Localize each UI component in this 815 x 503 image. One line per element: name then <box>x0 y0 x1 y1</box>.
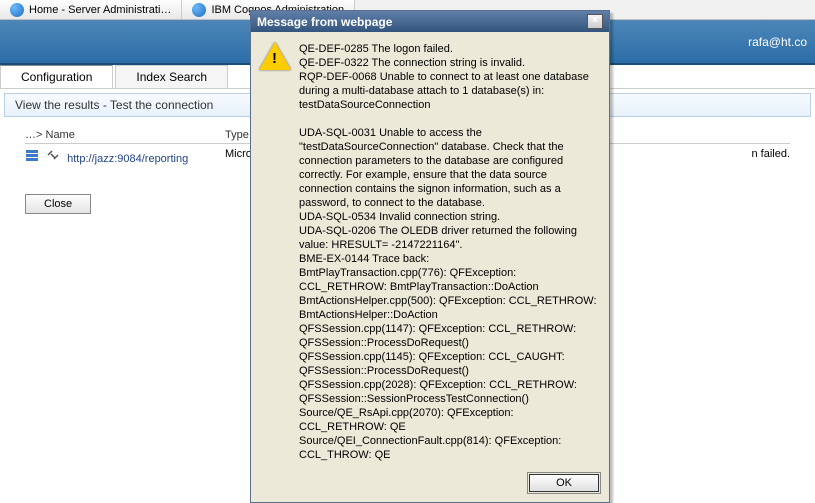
ie-icon <box>192 3 206 17</box>
dialog-titlebar[interactable]: Message from webpage × <box>251 11 609 32</box>
dialog-message: QE-DEF-0285 The logon failed. QE-DEF-032… <box>299 42 601 462</box>
message-dialog: Message from webpage × QE-DEF-0285 The l… <box>250 10 610 503</box>
browser-tab-1[interactable]: Home - Server Administrati… <box>0 0 182 19</box>
dialog-close-button[interactable]: × <box>587 14 603 29</box>
ok-button[interactable]: OK <box>529 474 599 492</box>
dialog-body: QE-DEF-0285 The logon failed. QE-DEF-032… <box>251 32 609 468</box>
tab-configuration[interactable]: Configuration <box>0 65 113 88</box>
col-name-label: Name <box>46 129 75 141</box>
dialog-title: Message from webpage <box>257 15 392 29</box>
link-chain-icon <box>46 148 60 162</box>
row-url: http://jazz:9084/reporting <box>67 153 188 165</box>
warning-icon <box>259 42 291 74</box>
row-msg-tail: n failed. <box>751 148 790 160</box>
close-button[interactable]: Close <box>25 194 91 214</box>
user-label: rafa@ht.co <box>748 35 807 49</box>
browser-tab-1-label: Home - Server Administrati… <box>29 4 171 16</box>
datasource-icon <box>25 148 39 162</box>
dialog-buttons: OK <box>251 468 609 502</box>
tab-index-search[interactable]: Index Search <box>115 65 228 88</box>
ie-icon <box>10 3 24 17</box>
close-icon: × <box>592 15 598 26</box>
breadcrumb[interactable]: …> <box>25 129 42 141</box>
